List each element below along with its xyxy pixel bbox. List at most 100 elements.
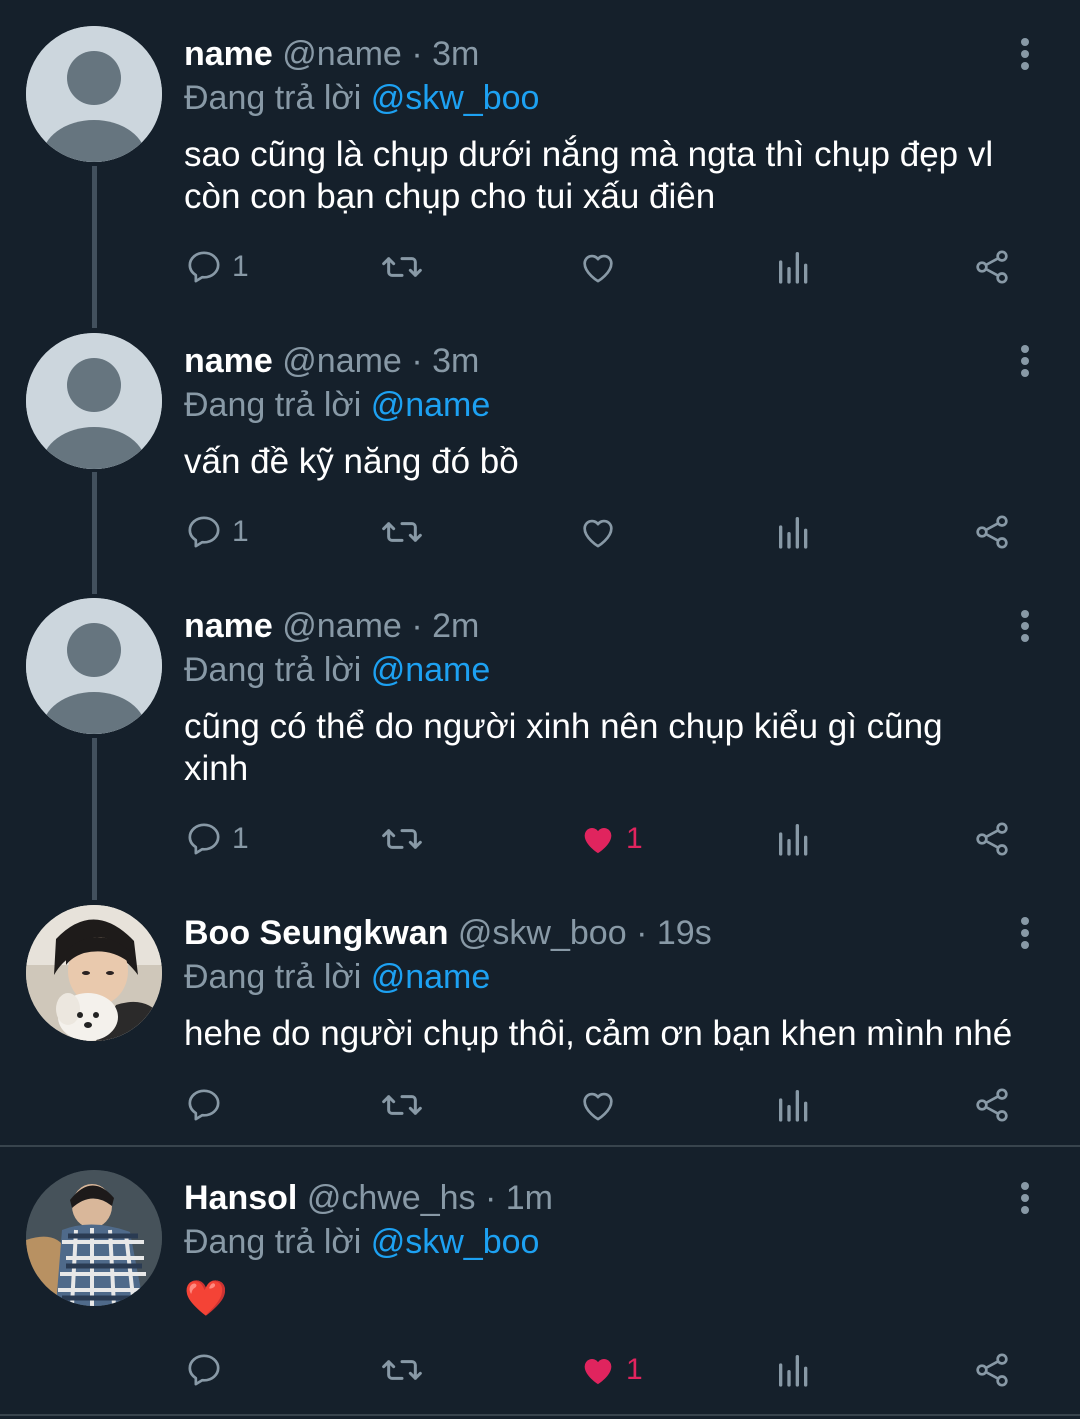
tweet-text-line: hehe do người chụp thôi, cảm ơn bạn khen… [184, 1014, 1013, 1053]
tweet-text-line: còn con bạn chụp cho tui xấu điên [184, 177, 716, 216]
replying-prefix: Đang trả lời [184, 651, 362, 689]
retweet-icon [382, 257, 422, 277]
tweet-header: name @name · 3m [184, 341, 479, 381]
bottom-divider [0, 1414, 1080, 1416]
like-count: 1 [626, 1353, 643, 1386]
tweet-text: vấn đề kỹ năng đó bồ [184, 441, 1044, 483]
more-options-icon[interactable] [1010, 606, 1040, 650]
analytics-icon [779, 824, 808, 856]
retweet-button[interactable] [380, 510, 424, 554]
heart-emoji: ❤️ [184, 1279, 228, 1318]
tweet-1[interactable]: name @name · 3m Đang trả lời @skw_boo sa… [0, 26, 1080, 316]
share-icon [976, 822, 1008, 856]
mention-link[interactable]: @name [371, 386, 491, 424]
reply-button[interactable] [184, 1083, 224, 1127]
replying-to: Đang trả lời @name [184, 385, 490, 425]
analytics-button[interactable] [776, 245, 812, 289]
replying-prefix: Đang trả lời [184, 79, 362, 117]
photo-avatar-with-dog[interactable] [26, 905, 162, 1041]
separator-dot: · [636, 914, 648, 952]
tweet-header: name @name · 3m [184, 34, 479, 74]
retweet-button[interactable] [380, 817, 424, 861]
reply-icon [188, 1089, 220, 1121]
reply-icon [188, 251, 220, 283]
timestamp: 3m [432, 342, 480, 380]
tweet-text-line: cũng có thể do người xinh nên chụp kiểu … [184, 707, 943, 746]
heart-outline-icon [583, 1092, 613, 1121]
reply-count: 1 [232, 515, 249, 548]
retweet-button[interactable] [380, 1348, 424, 1392]
reply-count: 1 [232, 822, 249, 855]
tweet-2[interactable]: name @name · 3m Đang trả lời @name vấn đ… [0, 333, 1080, 563]
analytics-button[interactable] [776, 817, 812, 861]
reply-button[interactable]: 1 [184, 817, 249, 861]
tweet-header: name @name · 2m [184, 606, 479, 646]
mention-link[interactable]: @skw_boo [371, 1223, 540, 1261]
reply-button[interactable] [184, 1348, 224, 1392]
share-button[interactable] [972, 817, 1012, 861]
analytics-button[interactable] [776, 1348, 812, 1392]
tweet-4[interactable]: Boo Seungkwan @skw_boo · 19s Đang trả lờ… [0, 905, 1080, 1135]
display-name[interactable]: name [184, 607, 273, 645]
heart-outline-icon [583, 254, 613, 283]
handle: @skw_boo [457, 914, 627, 952]
timestamp: 2m [432, 607, 480, 645]
reply-icon [188, 823, 220, 855]
retweet-button[interactable] [380, 245, 424, 289]
like-count: 1 [626, 822, 643, 855]
tweet-text: cũng có thể do người xinh nên chụp kiểu … [184, 706, 1044, 790]
handle: @name [282, 607, 402, 645]
display-name[interactable]: Boo Seungkwan [184, 914, 448, 952]
share-button[interactable] [972, 245, 1012, 289]
more-options-icon[interactable] [1010, 1178, 1040, 1222]
more-options-icon[interactable] [1010, 913, 1040, 957]
default-avatar[interactable] [26, 598, 162, 734]
action-bar: 1 1 [184, 817, 1034, 861]
reply-count: 1 [232, 250, 249, 283]
reply-button[interactable]: 1 [184, 245, 249, 289]
share-icon [976, 1353, 1008, 1387]
more-options-icon[interactable] [1010, 34, 1040, 78]
replying-prefix: Đang trả lời [184, 958, 362, 996]
mention-link[interactable]: @name [371, 651, 491, 689]
reply-button[interactable]: 1 [184, 510, 249, 554]
display-name[interactable]: Hansol [184, 1179, 297, 1217]
tweet-text-line: sao cũng là chụp dưới nắng mà ngta thì c… [184, 135, 994, 174]
display-name[interactable]: name [184, 342, 273, 380]
replying-to: Đang trả lời @name [184, 650, 490, 690]
heart-filled-icon [584, 828, 612, 854]
analytics-button[interactable] [776, 1083, 812, 1127]
mention-link[interactable]: @name [371, 958, 491, 996]
action-bar: 1 [184, 1348, 1034, 1392]
share-button[interactable] [972, 1083, 1012, 1127]
tweet-text: hehe do người chụp thôi, cảm ơn bạn khen… [184, 1013, 1044, 1055]
display-name[interactable]: name [184, 35, 273, 73]
analytics-icon [779, 1090, 808, 1122]
photo-avatar-plaid[interactable] [26, 1170, 162, 1306]
tweet-3[interactable]: name @name · 2m Đang trả lời @name cũng … [0, 598, 1080, 868]
action-bar: 1 [184, 510, 1034, 554]
mention-link[interactable]: @skw_boo [371, 79, 540, 117]
analytics-button[interactable] [776, 510, 812, 554]
analytics-icon [779, 1355, 808, 1387]
like-button[interactable]: 1 [578, 1348, 643, 1392]
tweet-text-line: xinh [184, 749, 249, 788]
default-avatar[interactable] [26, 333, 162, 469]
like-button[interactable]: 1 [578, 817, 643, 861]
tweet-text-line: vấn đề kỹ năng đó bồ [184, 442, 519, 481]
separator-dot: · [411, 35, 423, 73]
more-options-icon[interactable] [1010, 341, 1040, 385]
tweet-5[interactable]: Hansol @chwe_hs · 1m Đang trả lời @skw_b… [0, 1170, 1080, 1410]
action-bar: 1 [184, 245, 1034, 289]
share-button[interactable] [972, 1348, 1012, 1392]
like-button[interactable] [578, 245, 618, 289]
reply-icon [188, 1354, 220, 1386]
share-button[interactable] [972, 510, 1012, 554]
like-button[interactable] [578, 1083, 618, 1127]
replying-to: Đang trả lời @skw_boo [184, 1222, 539, 1262]
retweet-button[interactable] [380, 1083, 424, 1127]
analytics-icon [779, 517, 808, 549]
share-icon [976, 1088, 1008, 1122]
like-button[interactable] [578, 510, 618, 554]
default-avatar[interactable] [26, 26, 162, 162]
